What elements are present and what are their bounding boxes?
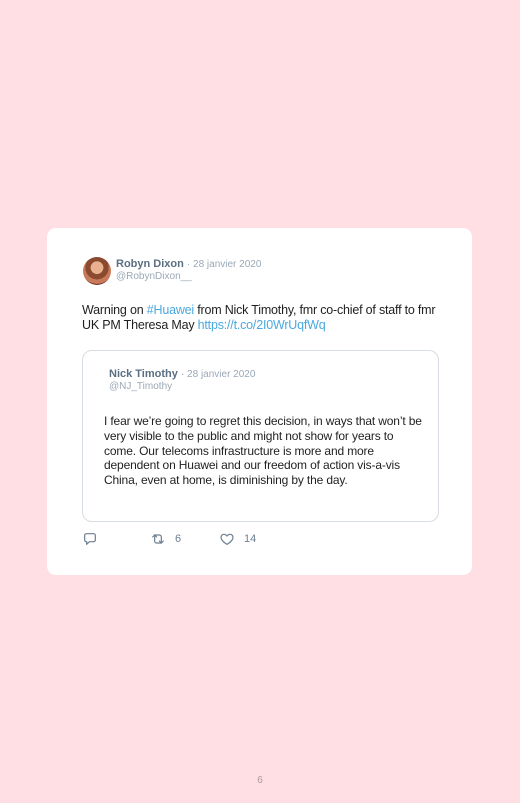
author-display-name[interactable]: Robyn Dixon	[116, 258, 184, 270]
like-count: 14	[244, 533, 257, 545]
quoted-display-name[interactable]: Nick Timothy	[109, 368, 178, 380]
hashtag-huawei[interactable]: #Huawei	[147, 303, 194, 317]
page-number: 6	[257, 775, 263, 786]
author-name[interactable]: Robyn Dixon · 28 janvier 2020	[116, 258, 261, 270]
author-handle[interactable]: @RobynDixon__	[116, 271, 192, 282]
quoted-date: · 28 janvier 2020	[180, 369, 256, 380]
tweet-text: Warning on #Huawei from Nick Timothy, fm…	[82, 303, 447, 333]
retweet-count: 6	[175, 533, 182, 545]
quoted-tweet-text: I fear we’re going to regret this decisi…	[104, 414, 422, 488]
like-button[interactable]: 14	[219, 530, 256, 548]
tweet-actions: 6 14	[82, 530, 302, 548]
heart-icon	[219, 531, 235, 547]
avatar[interactable]	[83, 257, 111, 285]
reply-button[interactable]	[82, 530, 98, 548]
retweet-button[interactable]: 6	[150, 530, 181, 548]
reply-icon	[82, 531, 98, 547]
retweet-icon	[150, 531, 166, 547]
tweet-text-prefix: Warning on	[82, 303, 147, 317]
tweet-date: · 28 janvier 2020	[186, 259, 262, 270]
quoted-author-name[interactable]: Nick Timothy · 28 janvier 2020	[109, 368, 255, 380]
quoted-author-handle[interactable]: @NJ_Timothy	[109, 381, 172, 392]
quoted-tweet[interactable]: Nick Timothy · 28 janvier 2020 @NJ_Timot…	[82, 350, 439, 522]
tweet-card: Robyn Dixon · 28 janvier 2020 @RobynDixo…	[47, 228, 472, 575]
tweet-link[interactable]: https://t.co/2I0WrUqfWq	[198, 318, 326, 332]
